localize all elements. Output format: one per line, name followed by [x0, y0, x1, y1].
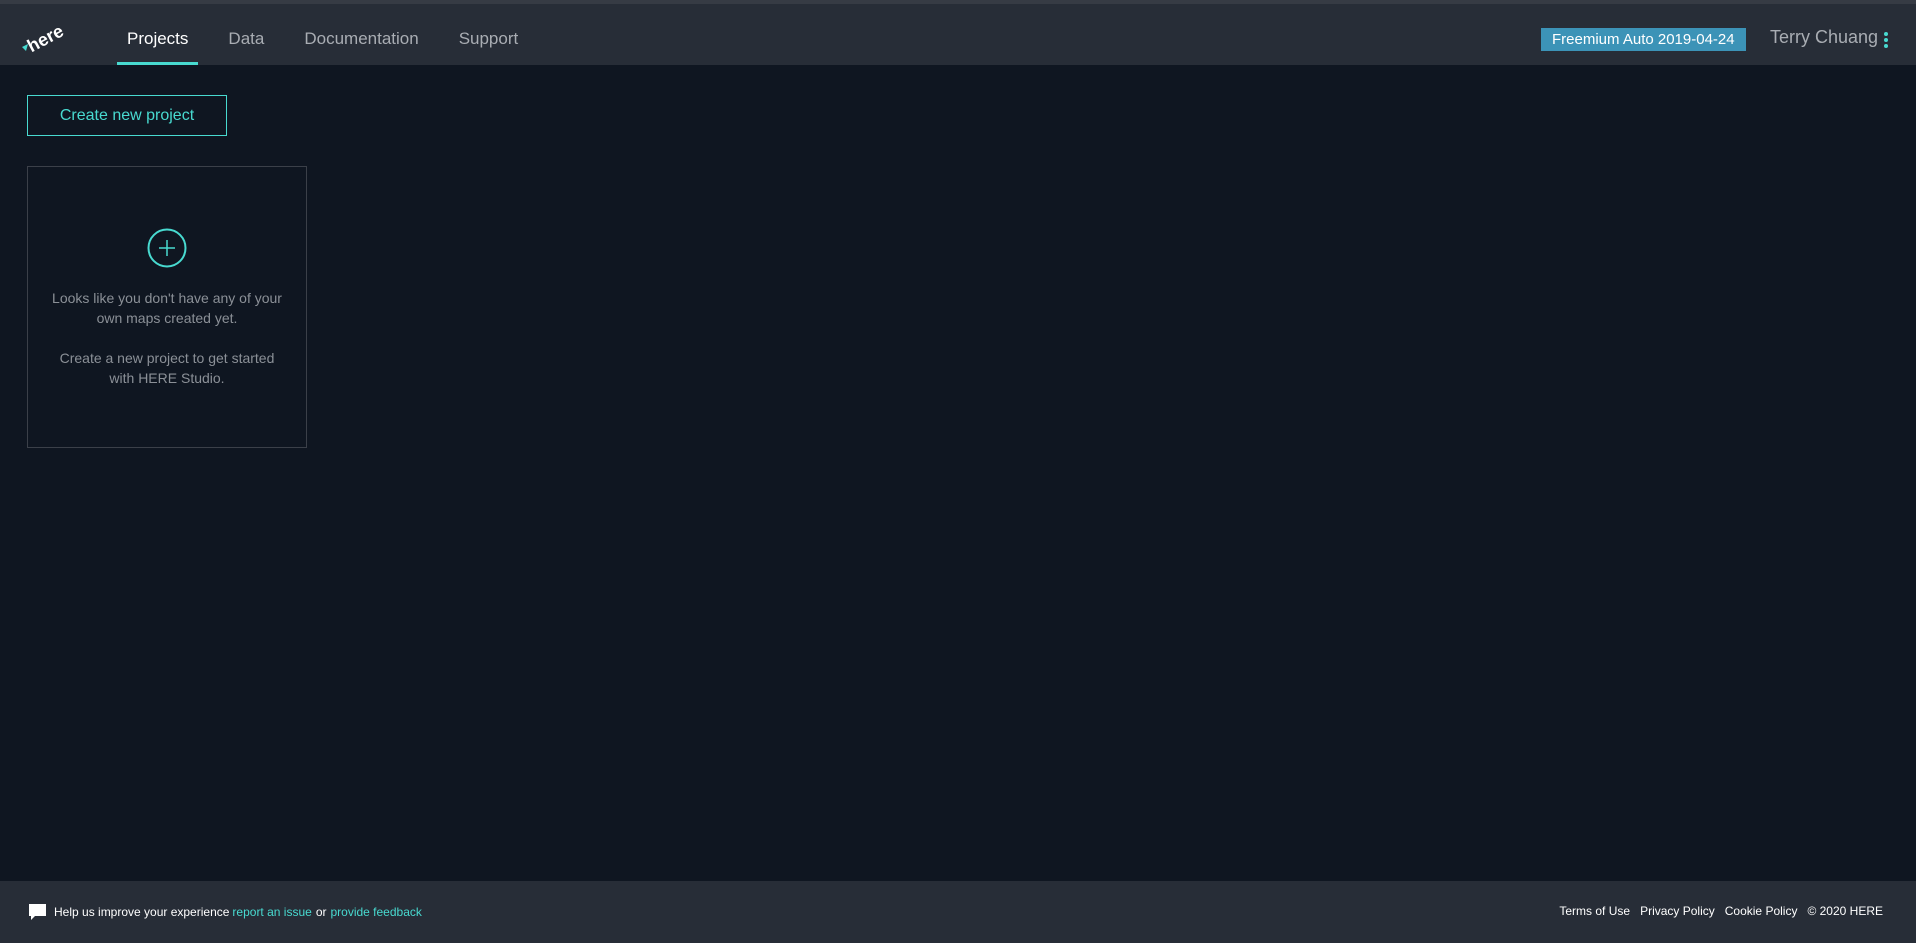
plus-circle-icon[interactable]: [147, 228, 187, 268]
chat-bubble-icon: [29, 904, 46, 920]
privacy-policy-link[interactable]: Privacy Policy: [1640, 904, 1715, 918]
footer-links: Terms of Use Privacy Policy Cookie Polic…: [1549, 904, 1883, 918]
tab-projects-label: Projects: [127, 29, 189, 48]
tab-data[interactable]: Data: [218, 4, 274, 65]
here-logo[interactable]: here: [20, 17, 67, 57]
tab-data-label: Data: [228, 29, 265, 48]
help-text: Help us improve your experience: [54, 905, 230, 919]
tab-support-label: Support: [458, 29, 519, 48]
plan-badge[interactable]: Freemium Auto 2019-04-24: [1541, 28, 1746, 51]
footer: Help us improve your experience report a…: [0, 881, 1916, 943]
tab-projects[interactable]: Projects: [117, 4, 199, 65]
provide-feedback-link[interactable]: provide feedback: [330, 905, 421, 919]
tab-support[interactable]: Support: [449, 4, 529, 65]
copyright: © 2020 HERE: [1807, 904, 1883, 918]
empty-state-message: Looks like you don't have any of your ow…: [52, 290, 282, 326]
kebab-vertical-icon[interactable]: [1883, 32, 1889, 48]
report-issue-link[interactable]: report an issue: [232, 905, 311, 919]
top-bar: here Projects Data Documentation Support…: [0, 0, 1916, 65]
main-nav: Projects Data Documentation Support: [117, 4, 548, 65]
feedback-bar: Help us improve your experience report a…: [28, 903, 422, 921]
tab-documentation[interactable]: Documentation: [294, 4, 428, 65]
empty-state-hint: Create a new project to get started with…: [59, 350, 275, 386]
empty-projects-card: Looks like you don't have any of your ow…: [27, 166, 307, 448]
cookie-policy-link[interactable]: Cookie Policy: [1725, 904, 1798, 918]
terms-of-use-link[interactable]: Terms of Use: [1559, 904, 1630, 918]
create-new-project-button[interactable]: Create new project: [27, 95, 227, 136]
or-text: or: [315, 905, 327, 919]
user-name[interactable]: Terry Chuang: [1770, 27, 1878, 48]
tab-documentation-label: Documentation: [304, 29, 419, 48]
svg-text:here: here: [24, 21, 66, 57]
